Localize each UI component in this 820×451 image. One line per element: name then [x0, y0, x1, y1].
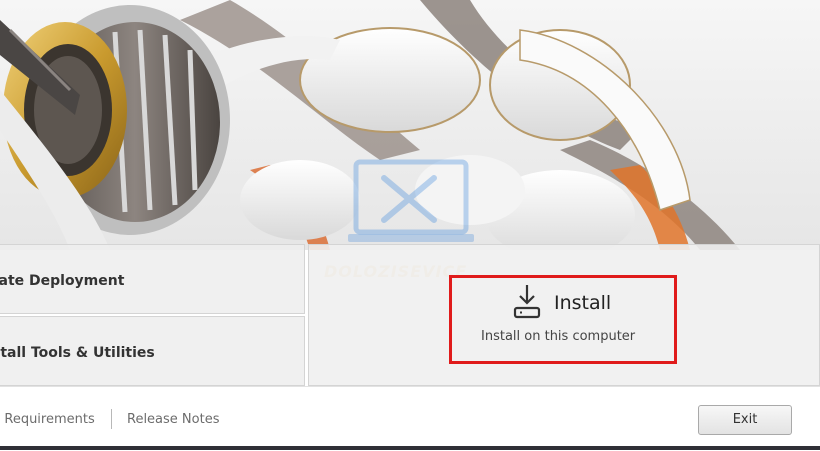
create-deployment-button[interactable]: eate Deployment: [0, 244, 305, 314]
window-bottom-edge: [0, 446, 820, 450]
install-tools-utilities-label: stall Tools & Utilities: [0, 345, 155, 361]
download-icon[interactable]: [512, 283, 542, 319]
install-highlight-box: [449, 275, 677, 364]
install-tools-utilities-button[interactable]: stall Tools & Utilities: [0, 316, 305, 386]
install-title[interactable]: Install: [554, 292, 611, 314]
hero-illustration: [0, 0, 740, 250]
system-requirements-link[interactable]: n Requirements: [0, 412, 95, 427]
hero-artwork: [0, 0, 820, 250]
footer-separator: [111, 409, 112, 429]
release-notes-link[interactable]: Release Notes: [127, 412, 219, 427]
footer-bar: n Requirements Release Notes Exit: [0, 386, 820, 451]
left-options-panel: eate Deployment stall Tools & Utilities: [0, 244, 306, 386]
install-subtitle[interactable]: Install on this computer: [481, 329, 635, 344]
create-deployment-label: eate Deployment: [0, 273, 125, 289]
exit-button[interactable]: Exit: [698, 405, 792, 435]
